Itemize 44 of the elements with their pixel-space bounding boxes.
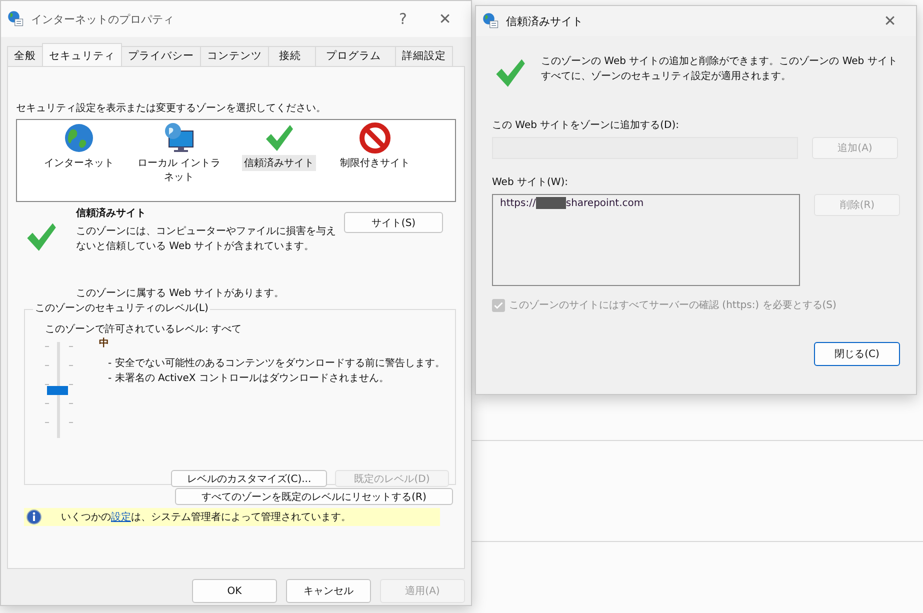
- allowed-level-text: このゾーンで許可されているレベル: すべて: [45, 322, 243, 336]
- field-label: Web サイト(W):: [492, 176, 570, 189]
- zone-item[interactable]: 制限付きサイト: [328, 155, 422, 171]
- internet-options-icon: [482, 12, 500, 30]
- internet-options-icon: [7, 10, 25, 28]
- reset-button[interactable]: すべてのゾーンを既定のレベルにリセットする(R): [175, 488, 453, 505]
- zone-description: このゾーンには、コンピューターやファイルに損害を与えないと信頼している Web サイトが含まれています。: [76, 224, 337, 254]
- ok-button[interactable]: OK: [192, 579, 277, 603]
- tab[interactable]: セキュリティ: [42, 43, 122, 66]
- globe-monitor-icon: [163, 122, 195, 154]
- help-button[interactable]: ?: [385, 10, 421, 28]
- tab[interactable]: 詳細設定: [395, 46, 453, 66]
- instruction-text: セキュリティ設定を表示または変更するゾーンを選択してください。: [16, 102, 327, 115]
- zone-item[interactable]: 信頼済みサイト: [242, 155, 316, 171]
- zone-title: 信頼済みサイト: [76, 206, 147, 220]
- settings-link[interactable]: 設定: [111, 512, 131, 523]
- prohibited-icon: [359, 122, 391, 154]
- level-name: 中: [99, 336, 110, 350]
- globe-icon: [63, 122, 95, 154]
- zone-note: このゾーンに属する Web サイトがあります。: [76, 286, 286, 300]
- zone-item[interactable]: ローカル イントラネット: [132, 155, 226, 185]
- description-text: このゾーンの Web サイトの追加と削除ができます。このゾーンの Web サイトすべてに、ゾーンのセキュリティ設定が適用されます。: [541, 54, 898, 84]
- close-dialog-button[interactable]: 閉じる(C): [814, 342, 900, 366]
- checkbox-label: このゾーンのサイトにはすべてサーバーの確認 (https:) を必要とする(S): [509, 298, 836, 312]
- info-message: いくつかの設定は、システム管理者によって管理されています。: [61, 510, 351, 524]
- zone-item[interactable]: インターネット: [32, 155, 126, 171]
- checkmark-icon: [493, 300, 504, 310]
- customize-level-button[interactable]: レベルのカスタマイズ(C)...: [171, 470, 327, 487]
- close-button[interactable]: ✕: [872, 12, 908, 30]
- cancel-button[interactable]: キャンセル: [286, 579, 371, 603]
- window-title: 信頼済みサイト: [506, 14, 583, 28]
- level-description: - 安全でない可能性のあるコンテンツをダウンロードする前に警告します。: [108, 356, 445, 371]
- field-label: この Web サイトをゾーンに追加する(D):: [492, 118, 680, 132]
- level-description: - 未署名の ActiveX コントロールはダウンロードされません。: [108, 372, 390, 386]
- tab[interactable]: 全般: [7, 46, 43, 66]
- sites-button[interactable]: サイト(S): [344, 212, 443, 233]
- info-icon: [26, 509, 42, 525]
- site-url: sharepoint.com: [566, 198, 644, 208]
- close-button[interactable]: ✕: [427, 10, 463, 28]
- site-list[interactable]: https:// sharepoint.com: [492, 194, 800, 286]
- group-title: このゾーンのセキュリティのレベル(L): [33, 301, 210, 315]
- site-url: https://: [500, 198, 536, 208]
- window-title: インターネットのプロパティ: [31, 12, 174, 26]
- slider-thumb[interactable]: [47, 386, 68, 394]
